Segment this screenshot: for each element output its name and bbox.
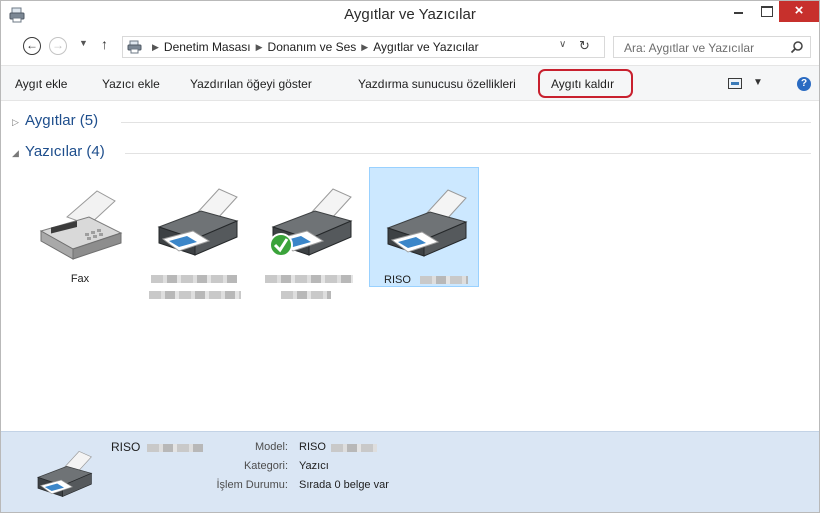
refresh-icon: ↻ (579, 38, 590, 53)
minimize-button[interactable] (725, 1, 751, 22)
details-value: Sırada 0 belge var (299, 479, 389, 491)
blurred-name (265, 275, 353, 283)
details-pane: RISO Model: RISO Kategori: Yazıcı İşlem … (1, 431, 819, 512)
refresh-button[interactable]: ↻ (579, 38, 590, 54)
recent-locations-button[interactable]: ▼ (79, 38, 88, 48)
title-bar[interactable]: Aygıtlar ve Yazıcılar × (1, 1, 819, 29)
group-devices[interactable]: ▷ Aygıtlar (5) (9, 112, 811, 132)
content-pane: ▷ Aygıtlar (5) ◢ Yazıcılar (4) Fax RISO (1, 102, 819, 430)
change-view-icon[interactable] (728, 78, 742, 89)
see-whats-printing-button[interactable]: Yazdırılan öğeyi göster (190, 77, 312, 91)
close-button[interactable]: × (779, 1, 819, 22)
command-bar: Aygıt ekle Yazıcı ekle Yazdırılan öğeyi … (1, 65, 819, 101)
printer-icon (157, 188, 239, 256)
device-fax[interactable]: Fax (25, 167, 135, 287)
up-button[interactable]: ↑ (101, 36, 108, 52)
details-title: RISO (111, 440, 141, 454)
blurred-name (149, 291, 241, 299)
remove-device-button[interactable]: Aygıtı kaldır (551, 77, 614, 91)
device-printer-default[interactable] (255, 167, 365, 299)
printer-icon (386, 189, 468, 257)
group-printers[interactable]: ◢ Yazıcılar (4) (9, 143, 811, 163)
search-placeholder: Ara: Aygıtlar ve Yazıcılar (624, 41, 755, 55)
device-printer-riso[interactable]: RISO (369, 167, 479, 287)
maximize-button[interactable] (753, 1, 779, 22)
close-icon: × (794, 2, 804, 19)
add-device-button[interactable]: Aygıt ekle (15, 77, 67, 91)
expand-arrow-icon: ▷ (12, 117, 19, 127)
device-printer[interactable] (141, 167, 251, 299)
help-icon[interactable]: ? (797, 77, 811, 91)
fax-icon (39, 190, 123, 260)
arrow-right-icon: → (52, 38, 64, 52)
print-server-properties-button[interactable]: Yazdırma sunucusu özellikleri (358, 77, 516, 91)
devices-and-printers-window: Aygıtlar ve Yazıcılar × ← → ▼ ↑ ▶ Denetim… (0, 0, 820, 513)
breadcrumb-hardware-sound[interactable]: Donanım ve Ses (268, 40, 357, 54)
blurred-name (331, 444, 377, 452)
breadcrumb: ▶ Denetim Masası ▶ Donanım ve Ses ▶ Aygıtlar … (147, 40, 479, 54)
search-icon (790, 41, 803, 54)
details-value: RISO (299, 441, 326, 453)
view-options-dropdown[interactable]: ▼ (753, 77, 763, 88)
chevron-down-icon: ▼ (753, 77, 763, 88)
devices-printers-location-icon (127, 40, 142, 54)
breadcrumb-separator-icon[interactable]: ▶ (361, 42, 368, 52)
group-divider (121, 122, 811, 123)
collapse-arrow-icon: ◢ (12, 148, 19, 158)
group-divider (125, 153, 811, 154)
breadcrumb-separator-icon[interactable]: ▶ (256, 42, 263, 52)
arrow-left-icon: ← (26, 38, 38, 52)
details-key: Kategori: (243, 460, 288, 472)
window-title: Aygıtlar ve Yazıcılar (344, 6, 476, 23)
breadcrumb-control-panel[interactable]: Denetim Masası (164, 40, 251, 54)
address-history-dropdown[interactable]: ∨ (559, 39, 566, 50)
printer-icon (269, 188, 353, 257)
forward-button[interactable]: → (49, 37, 67, 55)
add-printer-button[interactable]: Yazıcı ekle (102, 77, 160, 91)
group-printers-label: Yazıcılar (4) (25, 143, 105, 160)
address-bar[interactable]: ▶ Denetim Masası ▶ Donanım ve Ses ▶ Aygıtlar … (122, 36, 605, 58)
breadcrumb-separator-icon: ▶ (152, 42, 159, 52)
arrow-up-icon: ↑ (101, 36, 108, 52)
search-field[interactable]: Ara: Aygıtlar ve Yazıcılar (613, 36, 811, 58)
details-value: Yazıcı (299, 460, 329, 472)
group-devices-label: Aygıtlar (5) (25, 112, 99, 129)
chevron-down-icon: ▼ (79, 38, 88, 48)
device-name: Fax (70, 273, 90, 285)
default-checkmark-icon (269, 233, 293, 257)
breadcrumb-devices-printers[interactable]: Aygıtlar ve Yazıcılar (373, 40, 478, 54)
printer-icon (36, 450, 93, 498)
chevron-down-icon: ∨ (559, 39, 567, 50)
blurred-name (420, 276, 468, 284)
details-key: Model: (254, 441, 288, 453)
blurred-name (151, 275, 237, 283)
blurred-name (281, 291, 331, 299)
back-button[interactable]: ← (23, 37, 41, 55)
details-key: İşlem Durumu: (216, 479, 288, 491)
navigation-bar: ← → ▼ ↑ ▶ Denetim Masası ▶ Donanım ve Ses ▶ A… (1, 33, 819, 61)
